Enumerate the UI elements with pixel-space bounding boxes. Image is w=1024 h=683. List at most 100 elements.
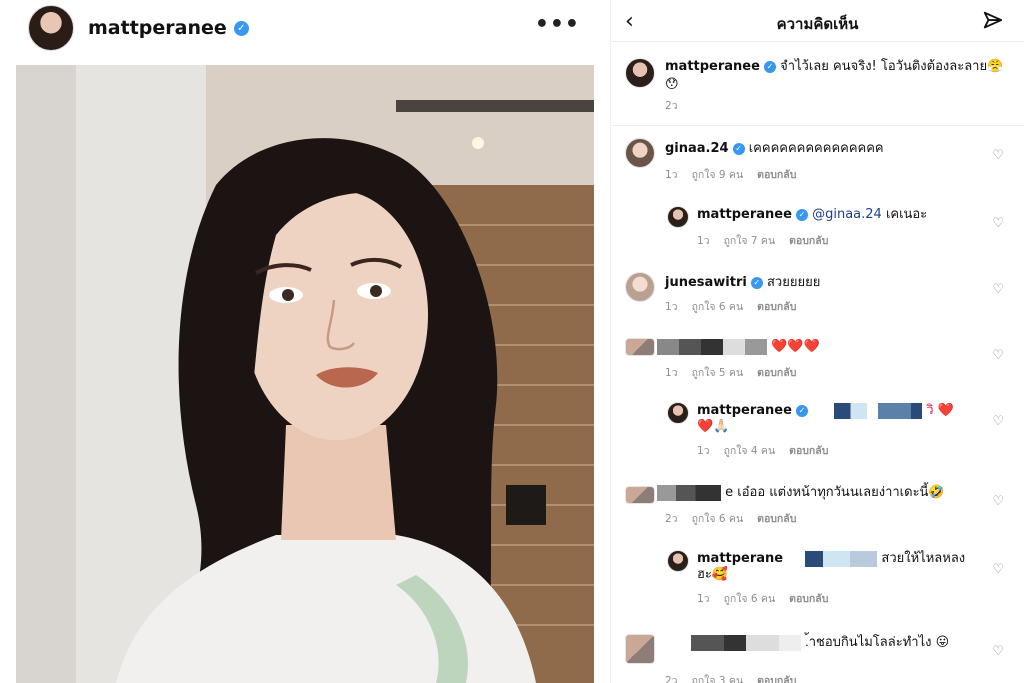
reply-button[interactable]: ตอบกลับ [757,169,796,181]
post-caption: mattperanee ✓ จำไว้เลย คนจริง! โอวันติงต้… [611,44,1024,126]
comment-text: mattperanee ✓ @ginaa.24 เคเนอะ [697,206,927,224]
comment-likes[interactable]: ถูกใจ 6 คน [692,301,744,313]
comment-time: 1ว [697,445,710,457]
comment-likes[interactable]: ถูกใจ 9 คน [692,169,744,181]
like-heart-icon[interactable]: ♡ [992,216,1004,231]
comment-body: วิ ❤️ [926,403,954,418]
reply-button[interactable]: ตอบกลับ [757,301,796,313]
post-author-avatar[interactable] [28,5,74,51]
comment-body: e เอ๋ออ แต่งหน้าทุกวันนเลยง่าาเดะนี้🤣 [725,485,945,500]
like-heart-icon[interactable]: ♡ [992,644,1004,659]
commenter-avatar[interactable] [625,138,655,168]
comment-likes[interactable]: ถูกใจ 5 คน [692,367,744,379]
comment-time: 2ว [665,675,678,683]
comment-time: 1ว [665,169,678,181]
comment-body: เคเนอะ [885,207,928,222]
comment-text: ❤️❤️❤️ [657,338,820,356]
comment-body: สวยให้ไหลหลง [881,551,966,566]
like-heart-icon[interactable]: ♡ [992,282,1004,297]
verified-badge-icon: ✓ [795,404,808,417]
commenter-avatar[interactable] [667,402,689,424]
post-author-username[interactable]: mattperanee [88,17,227,39]
commenter-avatar[interactable] [625,338,655,356]
caption-text: จำไว้เลย คนจริง! โอวันติงต้องละลาย😤 [780,59,1004,74]
reply-button[interactable]: ตอบกลับ [757,367,796,379]
comments-panel: ‹ ความคิดเห็น mattperanee ✓ จำไว้เลย คนจร… [611,0,1024,683]
verified-badge-icon: ✓ [233,20,249,36]
caption-username[interactable]: mattperanee [665,59,760,74]
pixelated-username [691,634,801,651]
comment-meta: 2ว ถูกใจ 3 คน ตอบกลับ [665,672,810,683]
reply-button[interactable]: ตอบกลับ [789,593,828,605]
comment-likes[interactable]: ถูกใจ 6 คน [692,513,744,525]
verified-badge-icon: ✓ [763,60,776,73]
post-photo[interactable] [16,65,594,683]
comment-body-2: ❤️🙏🏻 [697,419,730,434]
like-heart-icon[interactable]: ♡ [992,348,1004,363]
comment-time: 1ว [697,593,710,605]
comment-text: ginaa.24 ✓ เคคคคคคคคคคคคคคค [665,140,884,158]
comment-body: ❤️❤️❤️ [771,339,820,354]
comment-meta: 1ว ถูกใจ 7 คน ตอบกลับ [697,232,842,249]
comment-likes[interactable]: ถูกใจ 7 คน [724,235,776,247]
comment-username[interactable]: ginaa.24 [665,141,729,156]
comment-meta: 1ว ถูกใจ 9 คน ตอบกลับ [665,166,810,183]
reply-button[interactable]: ตอบกลับ [789,445,828,457]
verified-badge-icon: ✓ [750,276,763,289]
comment-username[interactable]: mattperane [697,551,783,566]
commenter-avatar[interactable] [625,486,655,504]
like-heart-icon[interactable]: ♡ [992,562,1004,577]
caption-text-2: 😯 [665,77,679,92]
comment-time: 1ว [665,301,678,313]
pixelated-username [657,484,721,501]
comments-title: ความคิดเห็น [776,15,859,33]
comment-likes[interactable]: ถูกใจ 3 คน [692,675,744,683]
commenter-avatar[interactable] [667,550,689,572]
comment-username[interactable]: mattperanee [697,207,792,222]
pixelated-mention [787,550,878,567]
comment-username[interactable]: mattperanee [697,403,792,418]
commenter-avatar[interactable] [625,634,655,664]
post-header: mattperanee ✓ ••• [28,4,588,52]
comment-meta: 2ว ถูกใจ 6 คน ตอบกลับ [665,510,810,527]
caption-time: 2ว [665,100,678,112]
comment-meta: 1ว ถูกใจ 6 คน ตอบกลับ [665,298,810,315]
post-photo-illustration [16,65,594,683]
reply-button[interactable]: ตอบกลับ [789,235,828,247]
more-options-icon[interactable]: ••• [535,12,580,37]
comment-time: 1ว [697,235,710,247]
like-heart-icon[interactable]: ♡ [992,494,1004,509]
comment-body: .้าชอบกินไมโลล่ะทำไง 😛 [805,635,950,650]
comment-text: mattperanee ✓ วิ ❤️ [697,402,954,420]
reply-button[interactable]: ตอบกลับ [757,675,796,683]
comment-body: เคคคคคคคคคคคคคคค [748,141,884,156]
comment-meta: 1ว ถูกใจ 6 คน ตอบกลับ [697,590,842,607]
pixelated-username [657,338,767,355]
comment-meta: 1ว ถูกใจ 5 คน ตอบกลับ [665,364,810,381]
verified-badge-icon: ✓ [732,142,745,155]
comment-text: .้าชอบกินไมโลล่ะทำไง 😛 [691,634,949,652]
comment-body: สวยยยยย [766,275,821,290]
comment-username[interactable]: junesawitri [665,275,747,290]
caption-line-1: mattperanee ✓ จำไว้เลย คนจริง! โอวันติงต้… [665,58,1003,76]
comment-body-2: ฮะ🥰 [697,567,729,582]
comment-likes[interactable]: ถูกใจ 6 คน [724,593,776,605]
mention-link[interactable]: @ginaa.24 [812,207,882,222]
pixelated-mention [812,402,923,419]
comment-text: e เอ๋ออ แต่งหน้าทุกวันนเลยง่าาเดะนี้🤣 [657,484,945,502]
comment-time: 2ว [665,513,678,525]
comment-time: 1ว [665,367,678,379]
caption-author-avatar[interactable] [625,58,655,88]
like-heart-icon[interactable]: ♡ [992,414,1004,429]
reply-button[interactable]: ตอบกลับ [757,513,796,525]
comments-header: ‹ ความคิดเห็น [611,0,1024,42]
commenter-avatar[interactable] [667,206,689,228]
comment-likes[interactable]: ถูกใจ 4 คน [724,445,776,457]
commenter-avatar[interactable] [625,272,655,302]
post-panel: mattperanee ✓ ••• [0,0,610,683]
like-heart-icon[interactable]: ♡ [992,148,1004,163]
verified-badge-icon: ✓ [795,208,808,221]
send-icon[interactable] [982,10,1004,32]
comment-text: mattperane สวยให้ไหลหลง [697,550,965,568]
comment-meta: 1ว ถูกใจ 4 คน ตอบกลับ [697,442,842,459]
